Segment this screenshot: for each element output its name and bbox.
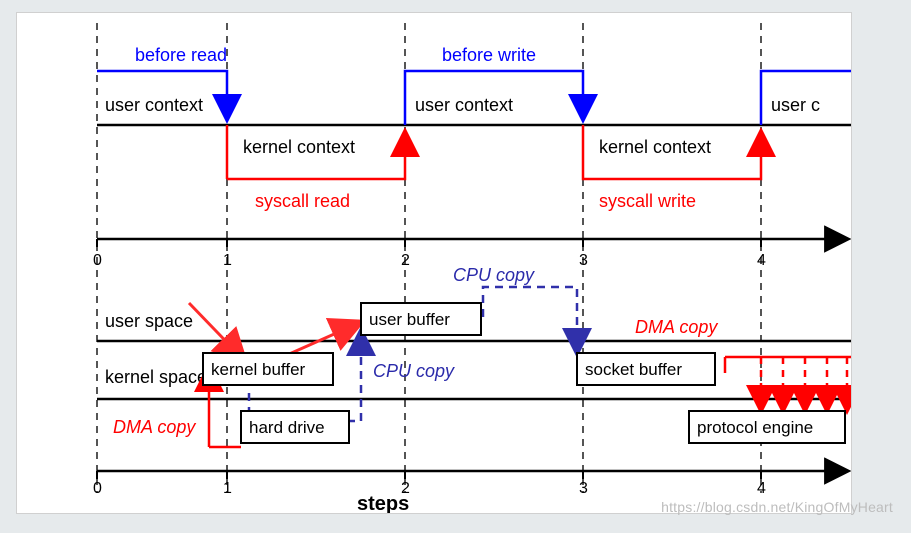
watermark: https://blog.csdn.net/KingOfMyHeart (661, 499, 893, 515)
top-tick-4: 4 (757, 252, 766, 269)
box-protocol-engine: protocol engine (689, 411, 845, 443)
label-user-context-3: user c (771, 95, 820, 115)
label-cpu-copy-top: CPU copy (453, 265, 535, 285)
annotation-arrow-1 (189, 303, 243, 359)
cpu-copy-ub-sb (483, 287, 577, 353)
top-tick-3: 3 (579, 252, 588, 269)
text-protocol-engine: protocol engine (697, 418, 813, 437)
step-gridlines (97, 23, 761, 493)
text-socket-buffer: socket buffer (585, 360, 682, 379)
bottom-tick-1: 1 (223, 480, 232, 497)
label-steps: steps (357, 493, 409, 513)
label-user-context-2: user context (415, 95, 513, 115)
text-kernel-buffer: kernel buffer (211, 360, 306, 379)
top-tick-0: 0 (93, 252, 102, 269)
text-user-buffer: user buffer (369, 310, 450, 329)
bottom-tick-3: 3 (579, 480, 588, 497)
label-kernel-context-2: kernel context (599, 137, 711, 157)
label-cpu-copy-right: CPU copy (373, 361, 455, 381)
dma-right-down-arrows (761, 357, 847, 410)
box-hard-drive: hard drive (241, 411, 349, 443)
box-socket-buffer: socket buffer (577, 353, 715, 385)
label-before-write: before write (442, 45, 536, 65)
box-user-buffer: user buffer (361, 303, 481, 335)
diagram-svg: 0 1 2 3 4 before read before write user … (17, 13, 851, 513)
label-dma-copy-left: DMA copy (113, 417, 196, 437)
label-user-context-1: user context (105, 95, 203, 115)
label-user-space: user space (105, 311, 193, 331)
bottom-tick-0: 0 (93, 480, 102, 497)
label-dma-copy-right: DMA copy (635, 317, 718, 337)
label-kernel-context-1: kernel context (243, 137, 355, 157)
label-before-read: before read (135, 45, 227, 65)
diagram-frame: 0 1 2 3 4 before read before write user … (16, 12, 852, 514)
label-syscall-write: syscall write (599, 191, 696, 211)
text-hard-drive: hard drive (249, 418, 325, 437)
top-tick-2: 2 (401, 252, 410, 269)
bottom-tick-4: 4 (757, 480, 766, 497)
top-tick-1: 1 (223, 252, 232, 269)
box-kernel-buffer: kernel buffer (203, 353, 333, 385)
label-syscall-read: syscall read (255, 191, 350, 211)
label-kernel-space: kernel space (105, 367, 207, 387)
